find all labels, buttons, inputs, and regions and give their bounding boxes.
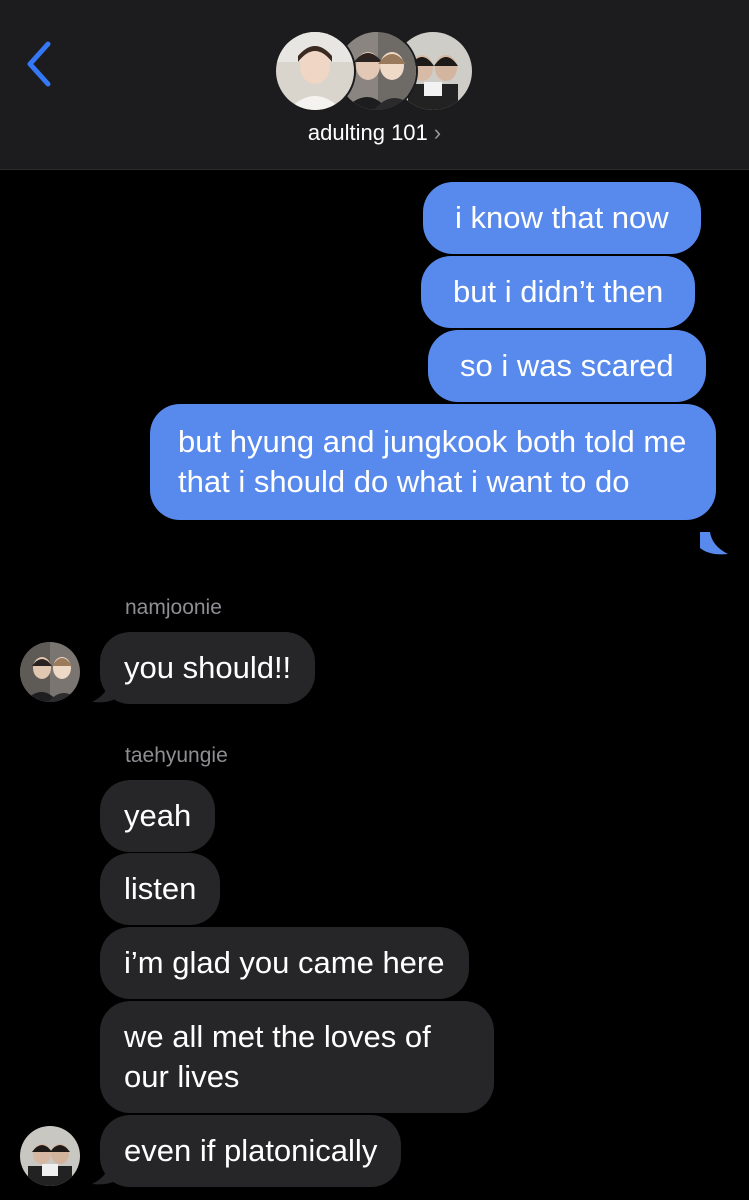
group-name[interactable]: adulting 101 › [0,120,749,146]
member-avatar [274,30,356,112]
outgoing-message[interactable]: but hyung and jungkook both told me that… [150,404,716,520]
outgoing-message[interactable]: but i didn’t then [421,256,696,328]
incoming-message[interactable]: i’m glad you came here [100,927,469,999]
outgoing-message[interactable]: so i was scared [428,330,706,402]
incoming-message[interactable]: you should!! [100,632,316,704]
chevron-right-icon: › [433,120,442,145]
incoming-message[interactable]: yeah [100,780,216,852]
chevron-left-icon [27,41,51,87]
back-button[interactable] [22,38,58,90]
sender-name: taehyungie [125,744,228,767]
group-name-label: adulting 101 [307,120,428,145]
incoming-message[interactable]: we all met the loves of our lives [100,1001,494,1113]
bubble-tail [92,1162,120,1185]
bubble-tail [700,532,728,555]
sender-avatar[interactable] [20,1126,80,1186]
incoming-message[interactable]: listen [100,853,221,925]
outgoing-message[interactable]: i know that now [423,182,701,254]
conversation-header: adulting 101 › [0,0,749,170]
incoming-message[interactable]: even if platonically [100,1115,402,1187]
group-avatars[interactable] [274,30,474,112]
sender-name: namjoonie [125,596,222,619]
sender-avatar[interactable] [20,642,80,702]
